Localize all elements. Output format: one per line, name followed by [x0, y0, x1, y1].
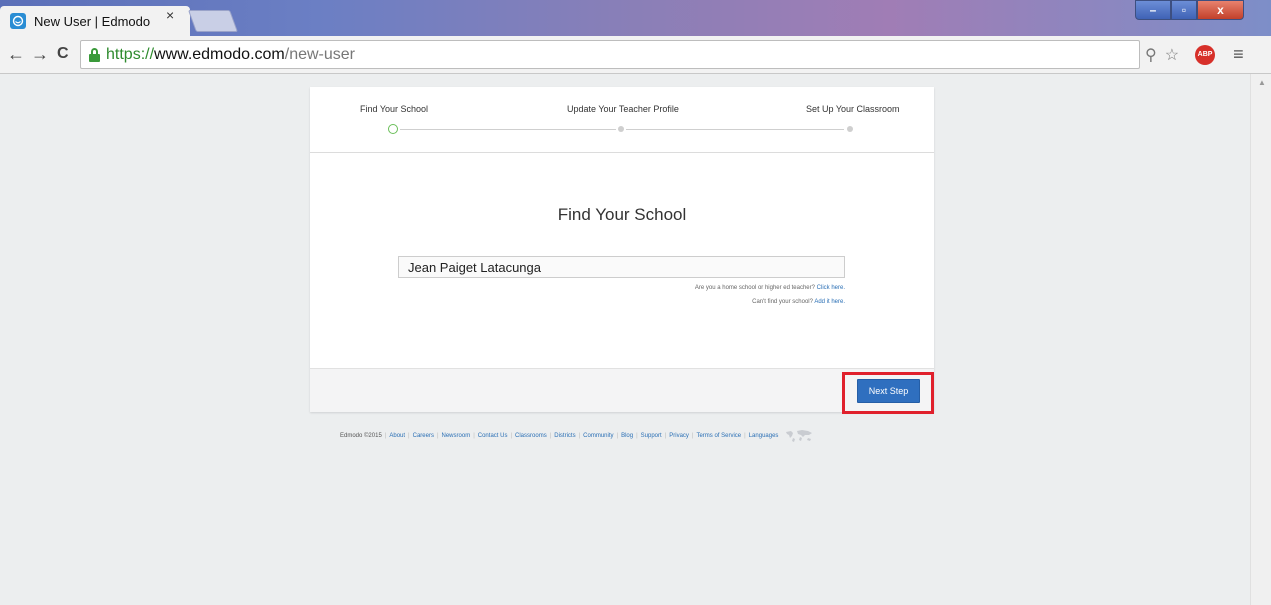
card-footer: Next Step	[310, 368, 934, 412]
home-school-hint: Are you a home school or higher ed teach…	[694, 285, 845, 291]
step-label-teacher-profile: Update Your Teacher Profile	[567, 104, 679, 114]
tab-edmodo[interactable]: New User | Edmodo	[0, 6, 190, 36]
footer-link-about[interactable]: About	[389, 433, 405, 439]
footer-link-careers[interactable]: Careers	[413, 433, 434, 439]
scroll-up-icon[interactable]: ▲	[1258, 78, 1266, 87]
window-titlebar: New User | Edmodo × – ▫ x	[0, 0, 1271, 36]
zoom-icon[interactable]: ⚲	[1145, 45, 1157, 65]
toolbar-actions: ⚲ ☆ ABP ≡	[1145, 44, 1244, 65]
footer-link-contact[interactable]: Contact Us	[478, 433, 508, 439]
footer-link-support[interactable]: Support	[641, 433, 662, 439]
home-school-link[interactable]: Click here.	[817, 285, 845, 291]
step-label-classroom: Set Up Your Classroom	[806, 104, 900, 114]
lock-icon	[89, 47, 100, 62]
progress-steps: Find Your School Update Your Teacher Pro…	[310, 87, 934, 153]
footer-link-terms[interactable]: Terms of Service	[696, 433, 741, 439]
adblock-icon[interactable]: ABP	[1195, 44, 1216, 65]
site-footer: Edmodo ©2015 | About | Careers | Newsroom |…	[340, 428, 920, 444]
step-dot-active	[388, 124, 398, 134]
back-arrow-icon[interactable]: ←	[7, 44, 25, 65]
page-scrollbar[interactable]: ▲	[1250, 74, 1271, 605]
forward-arrow-icon[interactable]: →	[31, 44, 49, 65]
progress-line	[400, 129, 616, 130]
footer-link-classrooms[interactable]: Classrooms	[515, 433, 547, 439]
add-school-link[interactable]: Add it here.	[814, 299, 845, 305]
new-tab-button[interactable]	[187, 10, 239, 32]
menu-icon[interactable]: ≡	[1233, 44, 1244, 65]
address-bar[interactable]: https://www.edmodo.com/new-user	[80, 40, 1140, 69]
footer-link-languages[interactable]: Languages	[749, 433, 779, 439]
new-user-card: Find Your School Update Your Teacher Pro…	[310, 87, 934, 412]
footer-link-privacy[interactable]: Privacy	[669, 433, 689, 439]
footer-link-community[interactable]: Community	[583, 433, 613, 439]
tab-close-icon[interactable]: ×	[166, 7, 174, 23]
url-text: https://www.edmodo.com/new-user	[106, 45, 355, 63]
footer-copyright: Edmodo ©2015	[340, 433, 382, 439]
highlight-box	[842, 372, 934, 414]
step-dot	[847, 126, 853, 132]
bookmark-star-icon[interactable]: ☆	[1165, 45, 1179, 65]
footer-link-blog[interactable]: Blog	[621, 433, 633, 439]
world-map-icon[interactable]	[784, 429, 814, 443]
progress-line	[626, 129, 844, 130]
maximize-button[interactable]: ▫	[1171, 0, 1197, 20]
step-dot	[618, 126, 624, 132]
edmodo-favicon-icon	[10, 13, 26, 29]
footer-link-districts[interactable]: Districts	[554, 433, 575, 439]
minimize-button[interactable]: –	[1135, 0, 1171, 20]
close-window-button[interactable]: x	[1197, 0, 1244, 20]
school-search-input[interactable]	[398, 256, 845, 278]
footer-link-newsroom[interactable]: Newsroom	[442, 433, 471, 439]
page-title: Find Your School	[557, 205, 687, 224]
step-label-find-school: Find Your School	[360, 104, 429, 114]
reload-icon[interactable]: C	[57, 45, 69, 63]
window-controls: – ▫ x	[1135, 0, 1244, 22]
browser-toolbar: ← → C https://www.edmodo.com/new-user ⚲ …	[0, 36, 1271, 74]
tab-title: New User | Edmodo	[34, 13, 151, 29]
add-school-hint: Can't find your school? Add it here.	[752, 299, 845, 305]
